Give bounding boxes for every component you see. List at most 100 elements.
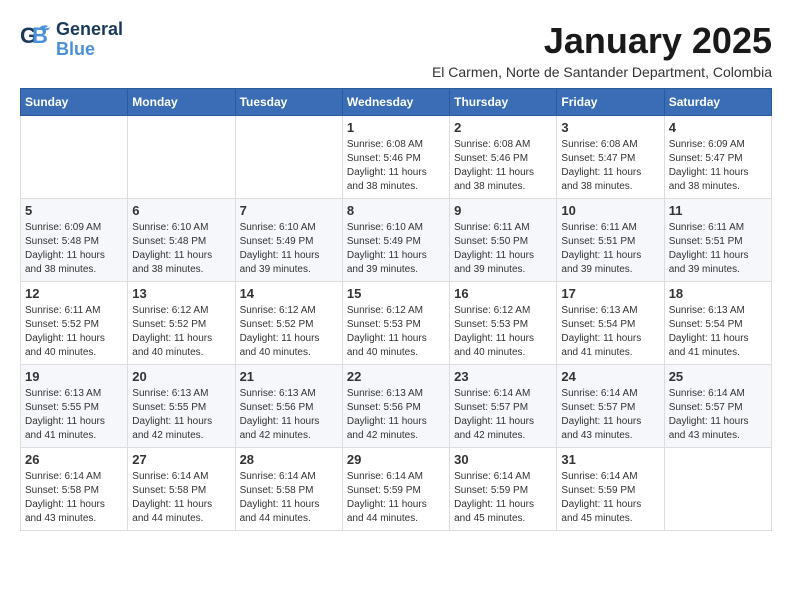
calendar-cell: 3 Sunrise: 6:08 AM Sunset: 5:47 PM Daylig… xyxy=(557,116,664,199)
day-number: 26 xyxy=(25,452,123,467)
day-number: 12 xyxy=(25,286,123,301)
calendar-cell: 9 Sunrise: 6:11 AM Sunset: 5:50 PM Daylig… xyxy=(450,199,557,282)
weekday-header-sunday: Sunday xyxy=(21,89,128,116)
day-number: 21 xyxy=(240,369,338,384)
calendar-cell: 13 Sunrise: 6:12 AM Sunset: 5:52 PM Dayli… xyxy=(128,282,235,365)
page-header: G B General Blue January 2025 El Carmen,… xyxy=(20,20,772,80)
day-info: Sunrise: 6:13 AM Sunset: 5:56 PM Dayligh… xyxy=(240,387,338,443)
day-number: 27 xyxy=(132,452,230,467)
calendar-cell: 4 Sunrise: 6:09 AM Sunset: 5:47 PM Daylig… xyxy=(664,116,771,199)
calendar-cell: 8Sunrise: 6:10 AM Sunset: 5:49 PM Daylig… xyxy=(342,199,449,282)
weekday-header-thursday: Thursday xyxy=(450,89,557,116)
day-info: Sunrise: 6:09 AM Sunset: 5:48 PM Dayligh… xyxy=(25,221,123,277)
day-info: Sunrise: 6:12 AM Sunset: 5:53 PM Dayligh… xyxy=(454,304,552,360)
day-info: Sunrise: 6:11 AM Sunset: 5:52 PM Dayligh… xyxy=(25,304,123,360)
logo: G B General Blue xyxy=(20,20,123,60)
month-title: January 2025 xyxy=(432,20,772,62)
calendar-cell: 28 Sunrise: 6:14 AM Sunset: 5:58 PM Dayli… xyxy=(235,448,342,531)
day-number: 4 xyxy=(669,120,767,135)
day-number: 13 xyxy=(132,286,230,301)
day-number: 29 xyxy=(347,452,445,467)
weekday-header-row: SundayMondayTuesdayWednesdayThursdayFrid… xyxy=(21,89,772,116)
day-info: Sunrise: 6:12 AM Sunset: 5:52 PM Dayligh… xyxy=(240,304,338,360)
day-number: 30 xyxy=(454,452,552,467)
day-info: Sunrise: 6:14 AM Sunset: 5:59 PM Dayligh… xyxy=(454,470,552,526)
day-number: 28 xyxy=(240,452,338,467)
weekday-header-friday: Friday xyxy=(557,89,664,116)
weekday-header-saturday: Saturday xyxy=(664,89,771,116)
logo-text: General Blue xyxy=(56,20,123,60)
calendar-cell: 31Sunrise: 6:14 AM Sunset: 5:59 PM Dayli… xyxy=(557,448,664,531)
day-number: 22 xyxy=(347,369,445,384)
day-number: 16 xyxy=(454,286,552,301)
day-number: 11 xyxy=(669,203,767,218)
day-info: Sunrise: 6:13 AM Sunset: 5:55 PM Dayligh… xyxy=(132,387,230,443)
day-number: 6 xyxy=(132,203,230,218)
day-number: 23 xyxy=(454,369,552,384)
calendar-cell: 18Sunrise: 6:13 AM Sunset: 5:54 PM Dayli… xyxy=(664,282,771,365)
calendar-cell: 23 Sunrise: 6:14 AM Sunset: 5:57 PM Dayli… xyxy=(450,365,557,448)
day-info: Sunrise: 6:13 AM Sunset: 5:56 PM Dayligh… xyxy=(347,387,445,443)
day-info: Sunrise: 6:14 AM Sunset: 5:59 PM Dayligh… xyxy=(347,470,445,526)
calendar-cell: 11Sunrise: 6:11 AM Sunset: 5:51 PM Dayli… xyxy=(664,199,771,282)
calendar-cell: 5Sunrise: 6:09 AM Sunset: 5:48 PM Daylig… xyxy=(21,199,128,282)
day-info: Sunrise: 6:11 AM Sunset: 5:51 PM Dayligh… xyxy=(561,221,659,277)
calendar-cell: 21 Sunrise: 6:13 AM Sunset: 5:56 PM Dayli… xyxy=(235,365,342,448)
day-info: Sunrise: 6:11 AM Sunset: 5:50 PM Dayligh… xyxy=(454,221,552,277)
calendar-week-row: 12 Sunrise: 6:11 AM Sunset: 5:52 PM Dayli… xyxy=(21,282,772,365)
day-number: 14 xyxy=(240,286,338,301)
day-info: Sunrise: 6:14 AM Sunset: 5:57 PM Dayligh… xyxy=(669,387,767,443)
day-number: 20 xyxy=(132,369,230,384)
calendar-cell: 7Sunrise: 6:10 AM Sunset: 5:49 PM Daylig… xyxy=(235,199,342,282)
calendar-cell: 16 Sunrise: 6:12 AM Sunset: 5:53 PM Dayli… xyxy=(450,282,557,365)
calendar-cell: 17Sunrise: 6:13 AM Sunset: 5:54 PM Dayli… xyxy=(557,282,664,365)
day-number: 18 xyxy=(669,286,767,301)
calendar-cell: 25 Sunrise: 6:14 AM Sunset: 5:57 PM Dayli… xyxy=(664,365,771,448)
day-info: Sunrise: 6:13 AM Sunset: 5:55 PM Dayligh… xyxy=(25,387,123,443)
day-number: 8 xyxy=(347,203,445,218)
day-info: Sunrise: 6:08 AM Sunset: 5:47 PM Dayligh… xyxy=(561,138,659,194)
calendar-cell: 10 Sunrise: 6:11 AM Sunset: 5:51 PM Dayli… xyxy=(557,199,664,282)
calendar-cell: 29 Sunrise: 6:14 AM Sunset: 5:59 PM Dayli… xyxy=(342,448,449,531)
weekday-header-wednesday: Wednesday xyxy=(342,89,449,116)
day-number: 15 xyxy=(347,286,445,301)
calendar-cell: 15Sunrise: 6:12 AM Sunset: 5:53 PM Dayli… xyxy=(342,282,449,365)
logo-icon: G B xyxy=(20,21,52,58)
calendar-cell xyxy=(664,448,771,531)
calendar-cell: 6 Sunrise: 6:10 AM Sunset: 5:48 PM Daylig… xyxy=(128,199,235,282)
calendar-week-row: 1Sunrise: 6:08 AM Sunset: 5:46 PM Daylig… xyxy=(21,116,772,199)
day-info: Sunrise: 6:14 AM Sunset: 5:59 PM Dayligh… xyxy=(561,470,659,526)
calendar-cell: 26 Sunrise: 6:14 AM Sunset: 5:58 PM Dayli… xyxy=(21,448,128,531)
day-info: Sunrise: 6:14 AM Sunset: 5:58 PM Dayligh… xyxy=(240,470,338,526)
calendar-cell: 30 Sunrise: 6:14 AM Sunset: 5:59 PM Dayli… xyxy=(450,448,557,531)
calendar-cell: 22 Sunrise: 6:13 AM Sunset: 5:56 PM Dayli… xyxy=(342,365,449,448)
day-info: Sunrise: 6:08 AM Sunset: 5:46 PM Dayligh… xyxy=(454,138,552,194)
calendar-cell: 12 Sunrise: 6:11 AM Sunset: 5:52 PM Dayli… xyxy=(21,282,128,365)
day-number: 3 xyxy=(561,120,659,135)
day-info: Sunrise: 6:14 AM Sunset: 5:57 PM Dayligh… xyxy=(454,387,552,443)
day-info: Sunrise: 6:10 AM Sunset: 5:49 PM Dayligh… xyxy=(240,221,338,277)
calendar-week-row: 26 Sunrise: 6:14 AM Sunset: 5:58 PM Dayli… xyxy=(21,448,772,531)
day-number: 9 xyxy=(454,203,552,218)
calendar-cell xyxy=(128,116,235,199)
calendar-cell: 1Sunrise: 6:08 AM Sunset: 5:46 PM Daylig… xyxy=(342,116,449,199)
calendar-week-row: 19 Sunrise: 6:13 AM Sunset: 5:55 PM Dayli… xyxy=(21,365,772,448)
day-info: Sunrise: 6:14 AM Sunset: 5:58 PM Dayligh… xyxy=(132,470,230,526)
day-number: 19 xyxy=(25,369,123,384)
day-info: Sunrise: 6:08 AM Sunset: 5:46 PM Dayligh… xyxy=(347,138,445,194)
calendar-cell xyxy=(21,116,128,199)
day-info: Sunrise: 6:12 AM Sunset: 5:52 PM Dayligh… xyxy=(132,304,230,360)
calendar-week-row: 5Sunrise: 6:09 AM Sunset: 5:48 PM Daylig… xyxy=(21,199,772,282)
calendar-cell: 20 Sunrise: 6:13 AM Sunset: 5:55 PM Dayli… xyxy=(128,365,235,448)
title-section: January 2025 El Carmen, Norte de Santand… xyxy=(432,20,772,80)
calendar-cell: 19 Sunrise: 6:13 AM Sunset: 5:55 PM Dayli… xyxy=(21,365,128,448)
calendar-cell: 27 Sunrise: 6:14 AM Sunset: 5:58 PM Dayli… xyxy=(128,448,235,531)
day-info: Sunrise: 6:10 AM Sunset: 5:48 PM Dayligh… xyxy=(132,221,230,277)
calendar-cell xyxy=(235,116,342,199)
day-info: Sunrise: 6:09 AM Sunset: 5:47 PM Dayligh… xyxy=(669,138,767,194)
calendar-cell: 2Sunrise: 6:08 AM Sunset: 5:46 PM Daylig… xyxy=(450,116,557,199)
day-info: Sunrise: 6:14 AM Sunset: 5:57 PM Dayligh… xyxy=(561,387,659,443)
day-number: 10 xyxy=(561,203,659,218)
day-info: Sunrise: 6:14 AM Sunset: 5:58 PM Dayligh… xyxy=(25,470,123,526)
day-number: 25 xyxy=(669,369,767,384)
